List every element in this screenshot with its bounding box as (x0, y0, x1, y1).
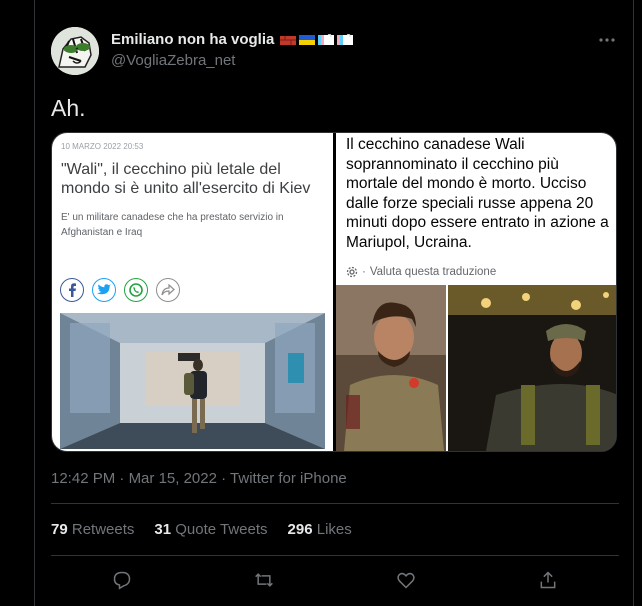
retweets-label: Retweets (71, 521, 135, 538)
like-icon[interactable] (394, 568, 418, 592)
user-handle[interactable]: @VogliaZebra_net (111, 52, 353, 69)
likes-label: Likes (316, 521, 352, 538)
divider-bottom (51, 555, 619, 556)
share-icon[interactable] (536, 568, 560, 592)
likes-stat[interactable]: 296 Likes (288, 521, 352, 538)
likes-count: 296 (287, 521, 313, 538)
display-name[interactable]: Emiliano non ha voglia (111, 31, 274, 48)
retweets-count: 79 (51, 521, 68, 538)
tweet-meta: 12:42 PM · Mar 15, 2022 · Twitter for iP… (51, 470, 347, 487)
tweet-time[interactable]: 12:42 PM (51, 470, 115, 487)
tweet-column: Emiliano non ha voglia @VogliaZebra_net … (34, 0, 634, 606)
name-emojis (280, 33, 354, 46)
ukraine-flag-icon (299, 34, 316, 45)
quotes-count: 31 (154, 521, 172, 538)
media-image-left[interactable]: 10 MARZO 2022 20:53 "Wali", il cecchino … (52, 133, 333, 451)
brick-icon (280, 35, 297, 45)
translate-label[interactable]: Valuta questa traduzione (370, 266, 496, 278)
user-block: Emiliano non ha voglia @VogliaZebra_net (111, 31, 354, 69)
tweet-stats: 79 Retweets 31 Quote Tweets 296 Likes (51, 521, 352, 538)
forward-icon (156, 278, 180, 302)
tweet-media[interactable]: 10 MARZO 2022 20:53 "Wali", il cecchino … (51, 132, 617, 452)
pride-flag-icon (318, 33, 335, 45)
display-name-row[interactable]: Emiliano non ha voglia (111, 31, 354, 48)
avatar[interactable] (51, 27, 99, 75)
tweet-source[interactable]: Twitter for iPhone (230, 470, 347, 487)
soldier-photos (336, 285, 616, 451)
news-subtitle: E' un militare canadese che ha prestato … (61, 212, 284, 238)
twitter-icon (92, 278, 116, 302)
retweets-stat[interactable]: 79 Retweets (51, 521, 134, 538)
news-title: "Wali", il cecchino più letale del mondo… (61, 161, 311, 197)
gear-icon (346, 266, 358, 278)
more-icon[interactable] (595, 33, 619, 45)
news-date: 10 MARZO 2022 20:53 (61, 142, 144, 151)
quotes-label: Quote Tweets (175, 521, 268, 538)
divider-top (51, 503, 619, 504)
share-icons-row (60, 278, 180, 302)
airport-photo (60, 313, 325, 449)
whatsapp-icon (124, 278, 148, 302)
translate-separator: · (362, 266, 366, 278)
meta-separator-2: · (221, 470, 231, 487)
quotes-stat[interactable]: 31 Quote Tweets (154, 521, 267, 538)
tweet-date[interactable]: Mar 15, 2022 (129, 470, 217, 487)
post-text: Il cecchino canadese Wali soprannominato… (346, 136, 609, 251)
reply-icon[interactable] (110, 568, 134, 592)
retweet-icon[interactable] (252, 568, 276, 592)
tweet-text: Ah. (51, 95, 86, 121)
translate-row[interactable]: · Valuta questa traduzione (346, 266, 496, 278)
meta-separator: · (119, 470, 129, 487)
media-image-right[interactable]: Il cecchino canadese Wali soprannominato… (336, 133, 616, 451)
tweet-header: Emiliano non ha voglia @VogliaZebra_net (51, 27, 619, 77)
trans-flag-icon (337, 33, 354, 45)
action-bar (51, 568, 619, 592)
facebook-icon (60, 278, 84, 302)
